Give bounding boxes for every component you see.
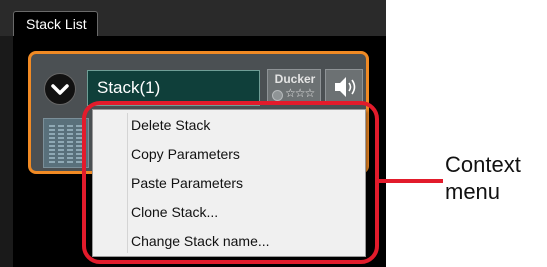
tab-strip: Stack List	[0, 0, 386, 36]
context-menu-highlight	[82, 101, 379, 264]
ducker-indicator	[272, 90, 283, 101]
speaker-button[interactable]	[325, 69, 363, 105]
meter-bar	[49, 125, 55, 163]
callout-line-2: menu	[445, 179, 501, 204]
callout-line-1: Context	[445, 152, 521, 177]
meter-bar	[58, 125, 64, 163]
ducker-label: Ducker	[274, 72, 316, 86]
chevron-down-icon	[51, 84, 69, 95]
callout-line	[379, 179, 443, 183]
tab-stack-list[interactable]: Stack List	[13, 11, 98, 36]
meter-bar	[67, 125, 73, 163]
collapse-button[interactable]	[44, 73, 76, 105]
speaker-icon	[335, 77, 356, 97]
ducker-button[interactable]: Ducker ☆☆☆	[267, 69, 321, 105]
callout-label: Context menu	[445, 151, 545, 205]
ducker-level-stars: ☆☆☆	[285, 86, 315, 100]
